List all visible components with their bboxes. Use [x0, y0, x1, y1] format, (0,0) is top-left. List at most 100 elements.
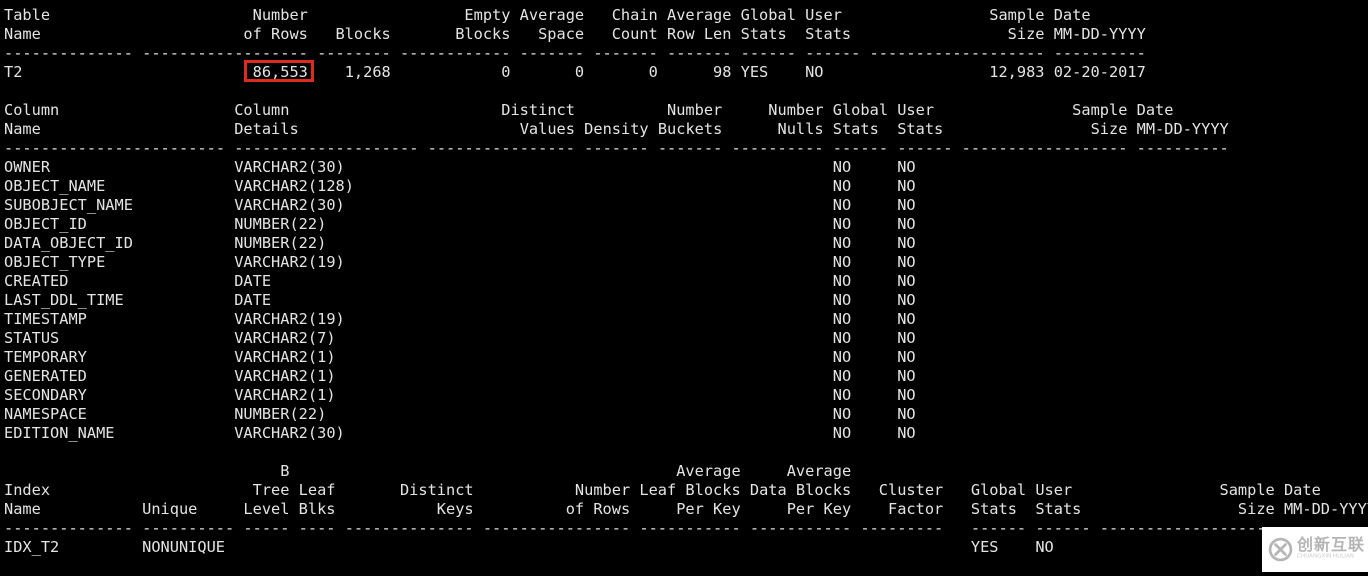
watermark-logo-icon [1268, 537, 1293, 562]
cell: OBJECT_ID [4, 215, 87, 233]
cell: NO [897, 329, 916, 347]
separator-cell: ---------------- [427, 139, 575, 157]
cell: NO [897, 386, 916, 404]
cell [1137, 329, 1229, 348]
separator-cell: -------------- [344, 519, 474, 537]
separator-cell: -------------------- [234, 139, 419, 157]
cell: NUMBER(22) [234, 405, 327, 423]
cell [658, 215, 722, 234]
cell [584, 234, 648, 253]
cell: 02-20-2017 [1053, 63, 1146, 81]
data-row: STATUS VARCHAR2(7) NO NO [4, 329, 1368, 348]
cell [428, 405, 575, 424]
cell [584, 158, 648, 177]
separator-cell: ------ [970, 519, 1027, 537]
cell [428, 215, 575, 234]
cell: VARCHAR2(1) [234, 386, 336, 404]
cell [584, 177, 648, 196]
header-cell: Factor [887, 500, 944, 518]
cell: VARCHAR2(128) [234, 177, 354, 195]
cell [428, 253, 575, 272]
cell [584, 367, 648, 386]
header-cell: Blocks [335, 25, 391, 43]
header-cell: Nulls [777, 120, 824, 138]
cell [731, 234, 823, 253]
data-row: EDITION_NAME VARCHAR2(30) NO NO [4, 424, 1368, 443]
cell [1137, 272, 1229, 291]
cell [962, 234, 1128, 253]
cell [658, 424, 722, 443]
cell [483, 538, 630, 557]
watermark-text: 创新互联 CHUANGXIN HULIAN [1297, 534, 1368, 563]
header-row: Column Column Distinct Number Number Global Us… [4, 101, 1368, 120]
cell: NO [832, 424, 852, 442]
cell [962, 348, 1128, 367]
cell: DATE [234, 272, 272, 290]
cell [962, 291, 1128, 310]
cell [584, 405, 648, 424]
cell: VARCHAR2(30) [234, 158, 345, 176]
header-cell: Column [234, 101, 290, 119]
cell [962, 386, 1128, 405]
header-cell [483, 462, 630, 481]
cell [584, 272, 648, 291]
header-cell: Size [1237, 500, 1275, 518]
cell [731, 158, 823, 177]
header-cell: Index [4, 481, 51, 499]
cell: NO [832, 386, 852, 404]
terminal-output: Table Number Empty Average Chain Average Globa… [4, 6, 1368, 576]
cell: NAMESPACE [4, 405, 87, 423]
cell: NO [897, 367, 916, 385]
cell [428, 177, 575, 196]
header-row: Table Number Empty Average Chain Average Globa… [4, 6, 1368, 25]
separator-cell: --------- [860, 519, 944, 537]
separator-cell: ------ [740, 44, 796, 62]
header-cell [345, 462, 474, 481]
data-row: OBJECT_NAME VARCHAR2(128) NO NO [4, 177, 1368, 196]
header-cell [1100, 462, 1275, 481]
header-cell: Global [740, 6, 796, 24]
cell [962, 215, 1128, 234]
cell [1137, 158, 1229, 177]
header-cell: Date [1136, 101, 1174, 119]
header-row: Name of Rows Blocks Blocks Space Count Row Len… [4, 25, 1368, 44]
cell [584, 424, 648, 443]
header-cell: Per Key [676, 500, 741, 518]
data-row: OWNER VARCHAR2(30) NO NO [4, 158, 1368, 177]
cell [658, 196, 722, 215]
data-row: NAMESPACE NUMBER(22) NO NO [4, 405, 1368, 424]
cell [243, 538, 289, 557]
cell [658, 329, 722, 348]
cell [731, 196, 823, 215]
separator-cell: ------------ [399, 44, 511, 62]
cell [731, 272, 823, 291]
index-stats-table: B Average Average Index Tree Leaf Distinct Numb… [4, 462, 1368, 557]
header-cell: Tree [252, 481, 290, 499]
header-cell [142, 481, 234, 500]
cell: NUMBER(22) [234, 234, 327, 252]
cell [731, 291, 823, 310]
cell [731, 367, 823, 386]
separator-cell: ------- [584, 139, 649, 157]
cell: NO [897, 234, 916, 252]
header-cell: Table [4, 6, 51, 24]
cell [962, 405, 1128, 424]
cell [428, 291, 575, 310]
cell: NO [897, 158, 916, 176]
watermark-brand: 创新互联 [1297, 534, 1366, 554]
cell [299, 538, 336, 557]
cell [428, 158, 575, 177]
header-cell: Global [970, 481, 1027, 499]
column-stats-table: Column Column Distinct Number Number Global Us… [4, 101, 1368, 443]
data-row: T2 86,553 1,268 0 0 0 98 YES NO 12,983 02-20-2017 [4, 60, 1368, 82]
cell: DATE [234, 291, 272, 309]
header-cell: Level [243, 500, 290, 518]
header-cell: Stats [805, 25, 852, 43]
cell [658, 310, 722, 329]
header-cell: Average [666, 6, 732, 24]
cell [428, 367, 575, 386]
cell [731, 405, 823, 424]
table-stats-table: Table Number Empty Average Chain Average Globa… [4, 6, 1368, 82]
terminal-screen[interactable]: Table Number Empty Average Chain Average Globa… [0, 0, 1368, 572]
header-cell: Name [4, 120, 41, 138]
